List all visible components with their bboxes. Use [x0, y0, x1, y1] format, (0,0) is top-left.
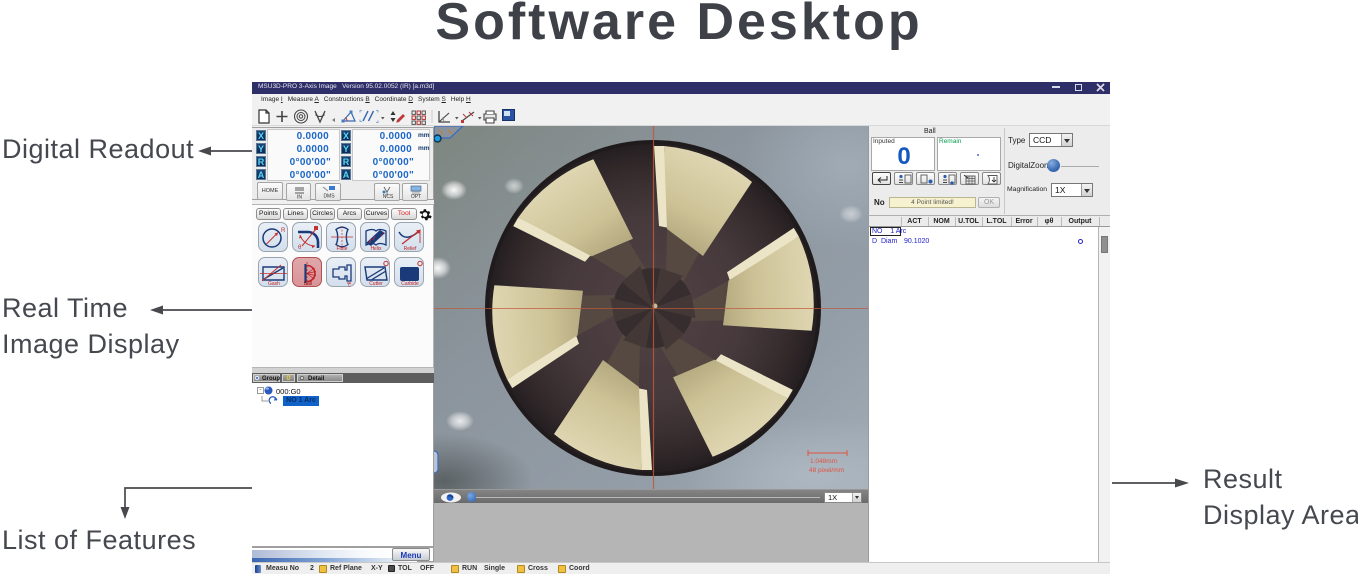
svg-text:θ: θ — [298, 245, 302, 251]
svg-text:1.048mm: 1.048mm — [810, 458, 837, 465]
svg-text:DMS: DMS — [323, 194, 335, 200]
svg-text:48 pixel/mm: 48 pixel/mm — [809, 467, 844, 474]
svg-text:IN: IN — [297, 195, 302, 201]
svg-text:NCS: NCS — [383, 194, 394, 200]
svg-text:OPT: OPT — [411, 194, 421, 200]
svg-text:R: R — [281, 228, 286, 234]
